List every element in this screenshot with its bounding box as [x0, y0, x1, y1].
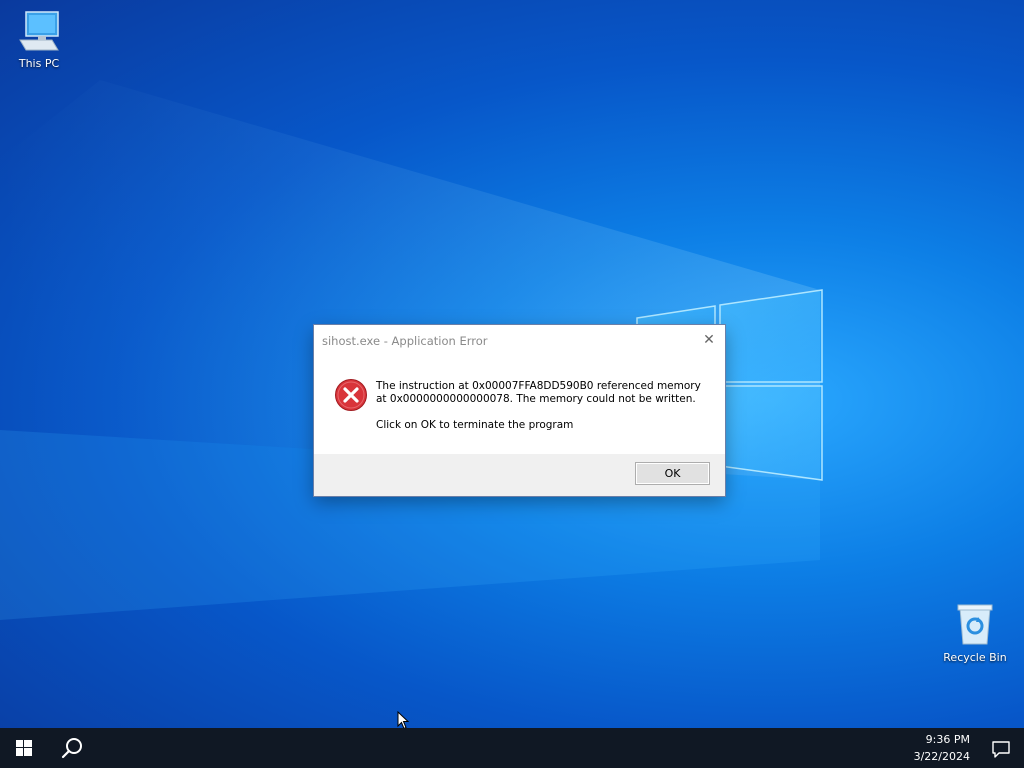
error-instruction: Click on OK to terminate the program — [376, 419, 574, 431]
application-error-dialog: sihost.exe - Application Error ✕ The ins… — [314, 325, 725, 496]
mouse-cursor-icon — [397, 711, 409, 728]
error-icon — [335, 379, 367, 411]
ok-button[interactable]: OK — [635, 462, 710, 485]
clock-time: 9:36 PM — [925, 733, 970, 746]
close-button[interactable]: ✕ — [699, 331, 719, 349]
dialog-title: sihost.exe - Application Error — [322, 334, 488, 348]
clock-date: 3/22/2024 — [913, 750, 970, 763]
desktop-icon-label: This PC — [18, 57, 60, 70]
computer-icon — [19, 11, 59, 51]
search-button[interactable] — [48, 728, 96, 768]
taskbar: 9:36 PM 3/22/2024 — [0, 728, 1024, 768]
dialog-footer: OK — [314, 454, 725, 496]
close-icon: ✕ — [703, 332, 715, 348]
error-message: The instruction at 0x00007FFA8DD590B0 re… — [376, 380, 701, 405]
desktop-icon-label: Recycle Bin — [943, 651, 1007, 664]
search-icon — [61, 738, 82, 759]
taskbar-clock[interactable]: 9:36 PM 3/22/2024 — [914, 731, 970, 765]
action-center-icon — [992, 741, 1010, 758]
windows-start-icon — [16, 740, 32, 756]
desktop: This PC Recycle Bin sihost.exe - Applica… — [0, 0, 1024, 728]
action-center-button[interactable] — [990, 738, 1012, 760]
desktop-icon-this-pc[interactable]: This PC — [4, 10, 74, 70]
start-button[interactable] — [0, 728, 48, 768]
recycle-bin-icon — [957, 604, 993, 645]
desktop-icon-recycle-bin[interactable]: Recycle Bin — [940, 602, 1010, 664]
